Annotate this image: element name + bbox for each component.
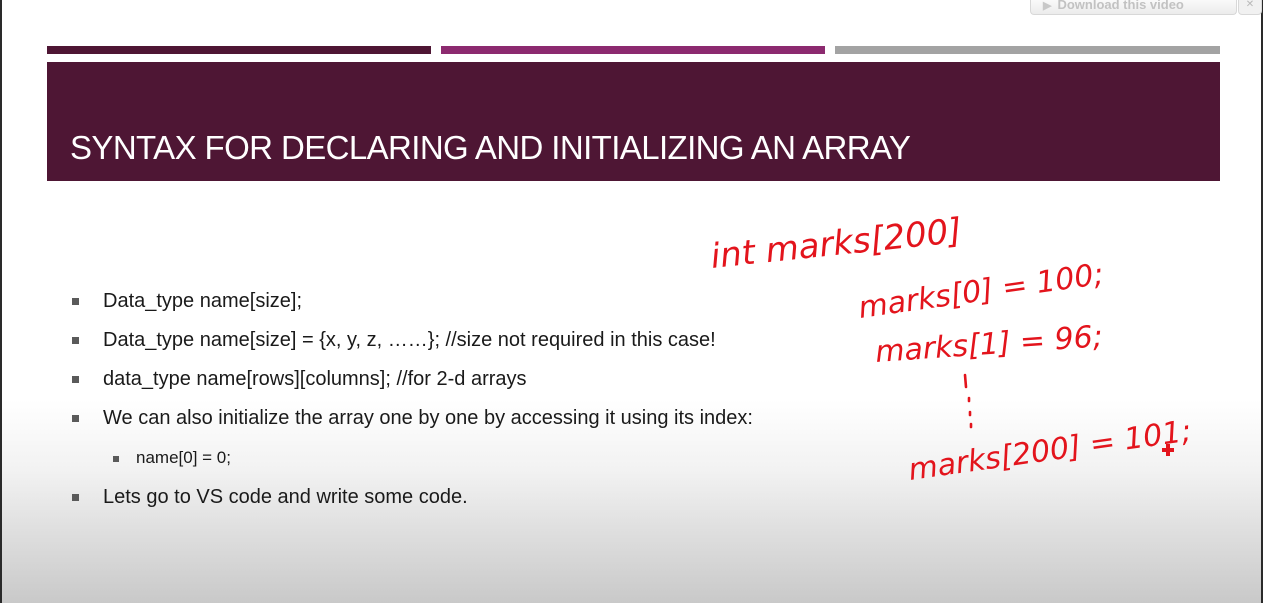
annotation-marks-1: marks[1] = 96; bbox=[874, 319, 1104, 370]
annotation-marks-200: marks[200] = 101; bbox=[906, 414, 1193, 488]
annotation-ellipsis-dots bbox=[963, 373, 973, 429]
annotation-marks-0: marks[0] = 100; bbox=[856, 257, 1105, 326]
handwritten-annotations: int marks[200] marks[0] = 100; marks[1] … bbox=[709, 211, 1194, 488]
annotation-int-marks: int marks[200] bbox=[709, 211, 964, 277]
